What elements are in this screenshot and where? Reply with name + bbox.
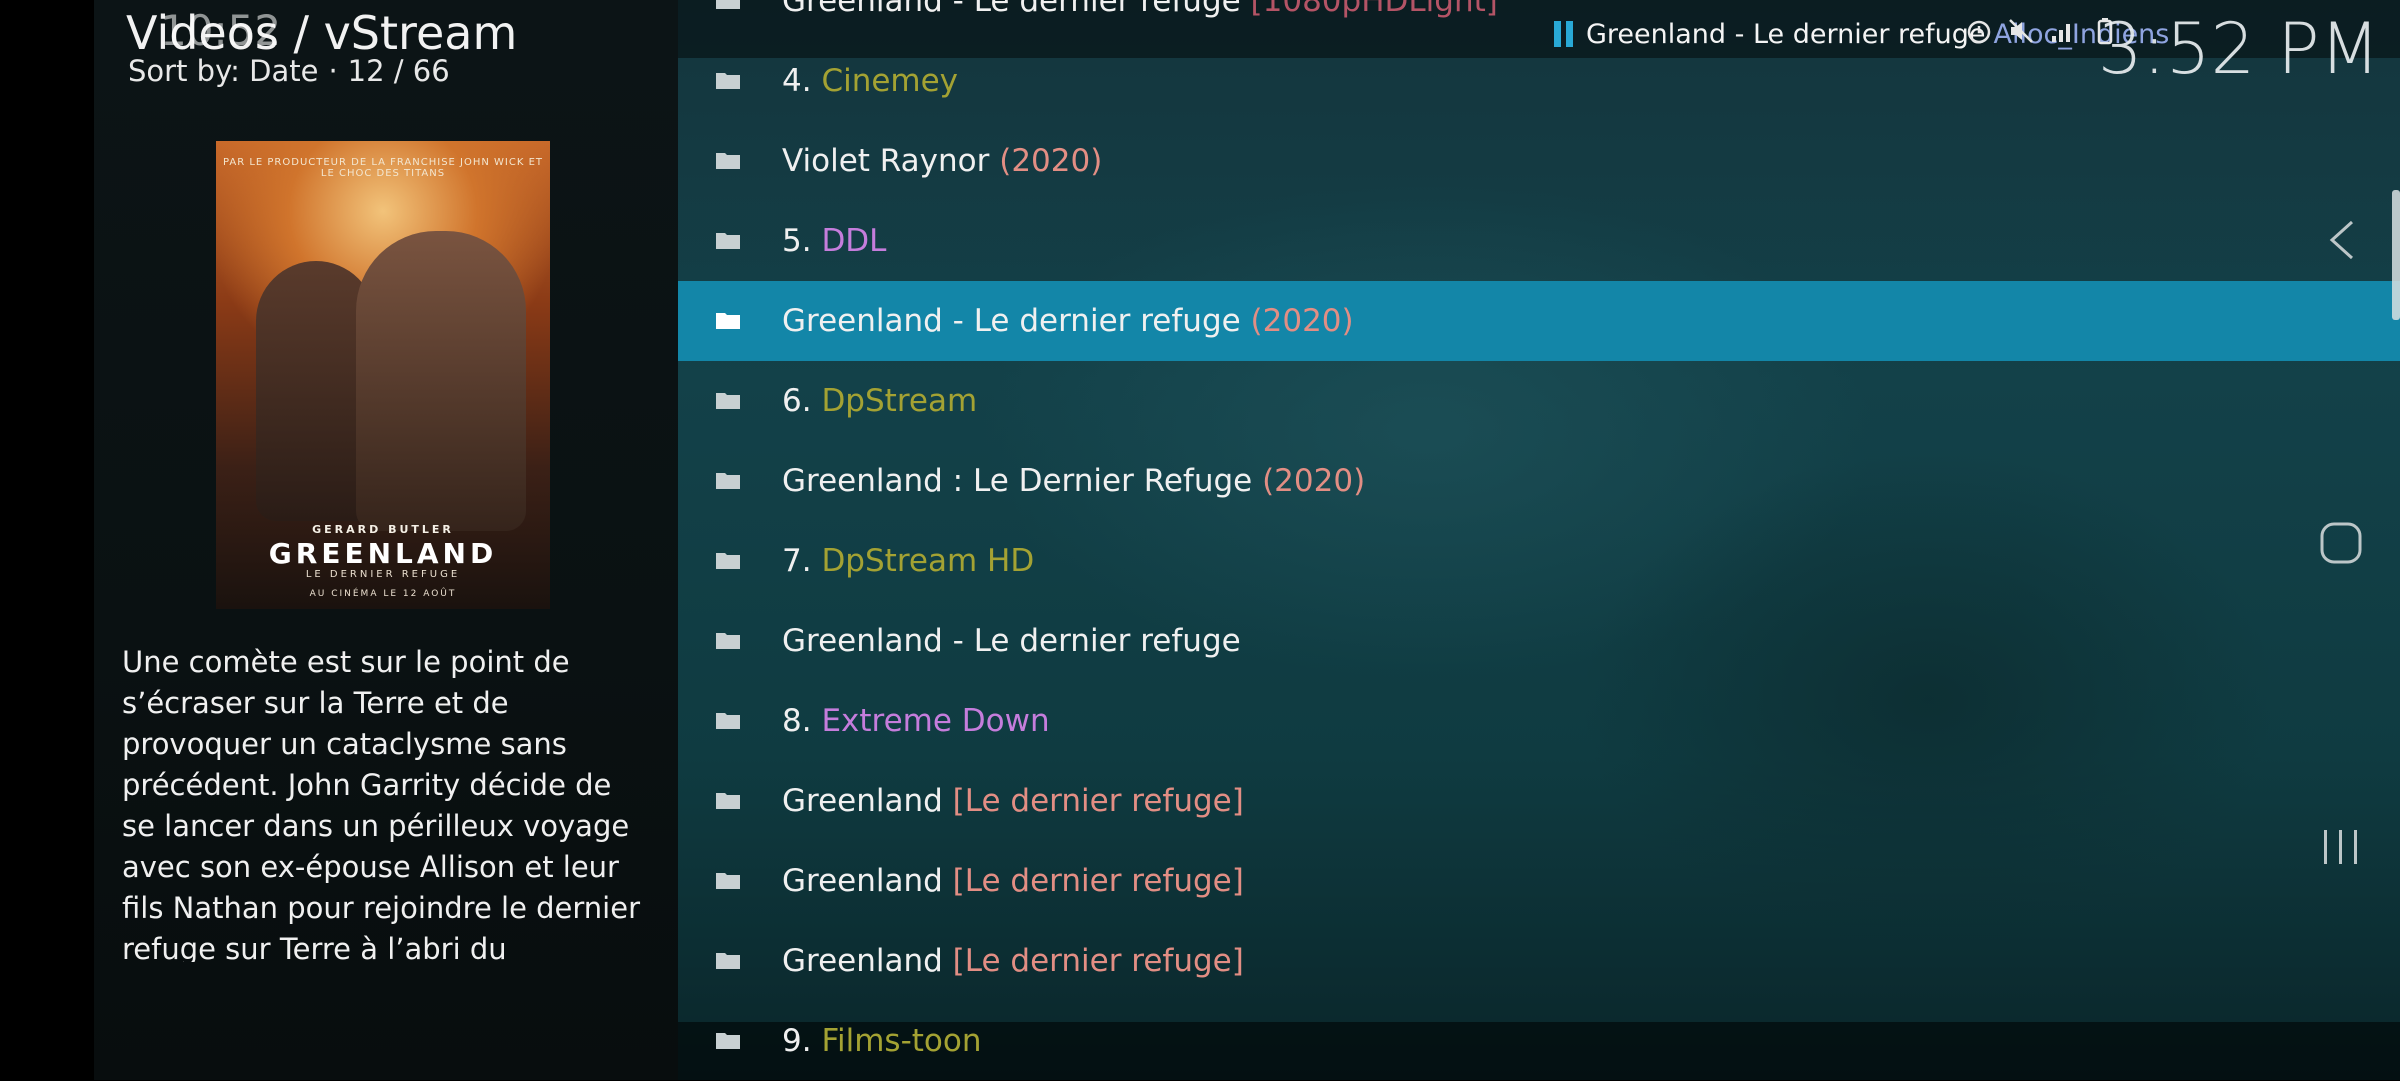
- item-accent: DpStream HD: [821, 543, 1035, 579]
- poster-title: GREENLAND: [268, 537, 498, 570]
- item-accent: Extreme Down: [821, 703, 1050, 739]
- list-item[interactable]: Greenland - Le dernier refuge (2020): [678, 281, 2400, 361]
- poster-figure-man: [356, 231, 526, 531]
- folder-icon: [716, 71, 740, 89]
- item-accent: (2020): [1262, 463, 1366, 499]
- item-name: 5.: [782, 223, 822, 259]
- item-name: 4.: [782, 63, 822, 99]
- item-accent: [Le dernier refuge]: [952, 943, 1244, 979]
- separator: ·: [328, 54, 338, 88]
- sort-label: Sort by: Date: [128, 54, 319, 88]
- item-accent: [1080pHDLight]: [1250, 0, 1498, 19]
- scrollbar[interactable]: [2392, 190, 2400, 320]
- poster-actor: GERARD BUTLER: [312, 523, 454, 536]
- list-item[interactable]: Greenland : Le Dernier Refuge (2020): [678, 441, 2400, 521]
- item-accent: (2020): [999, 143, 1103, 179]
- mute-icon: [2009, 19, 2033, 43]
- folder-icon: [716, 471, 740, 489]
- folder-icon: [716, 871, 740, 889]
- list-item-label: 5. DDL: [782, 201, 886, 281]
- item-name: 6.: [782, 383, 822, 419]
- list-item-label: Greenland [Le dernier refuge]: [782, 841, 1244, 921]
- status-icons: [1964, 16, 2120, 46]
- item-accent: [Le dernier refuge]: [952, 863, 1244, 899]
- pause-icon[interactable]: [1554, 21, 1574, 47]
- list-item[interactable]: Greenland [Le dernier refuge]: [678, 761, 2400, 841]
- item-name: Greenland - Le dernier refuge: [782, 303, 1251, 339]
- list-item[interactable]: 7. DpStream HD: [678, 521, 2400, 601]
- item-accent: Cinemey: [821, 63, 959, 99]
- folder-icon: [716, 711, 740, 729]
- folder-icon: [716, 1031, 740, 1049]
- list-item-label: 6. DpStream: [782, 361, 977, 441]
- item-name: 8.: [782, 703, 822, 739]
- signal-icon: [2052, 24, 2070, 42]
- list-item-label: 7. DpStream HD: [782, 521, 1034, 601]
- status-bar-time: 10:52: [160, 6, 282, 55]
- list-item-label: Greenland [Le dernier refuge]: [782, 761, 1244, 841]
- recents-icon[interactable]: [2318, 826, 2364, 868]
- item-accent: Films-toon: [821, 1023, 982, 1059]
- item-position: 12 / 66: [347, 54, 450, 88]
- movie-poster: PAR LE PRODUCTEUR DE LA FRANCHISE JOHN W…: [216, 141, 550, 609]
- back-icon[interactable]: [2322, 218, 2362, 262]
- folder-icon: [716, 951, 740, 969]
- list-item[interactable]: 8. Extreme Down: [678, 681, 2400, 761]
- folder-icon: [716, 391, 740, 409]
- list-item[interactable]: Violet Raynor (2020): [678, 121, 2400, 201]
- list-item-label: Greenland - Le dernier refuge: [782, 601, 1241, 681]
- list-item-label: 4. Cinemey: [782, 41, 958, 121]
- poster-release: AU CINÉMA LE 12 AOÛT: [309, 589, 457, 599]
- clock: 3:52 PM: [2097, 8, 2380, 90]
- item-name: Greenland : Le Dernier Refuge: [782, 463, 1263, 499]
- item-name: Greenland: [782, 943, 953, 979]
- item-accent: DDL: [821, 223, 887, 259]
- list-item[interactable]: Greenland - Le dernier refuge: [678, 601, 2400, 681]
- list-item-label: Violet Raynor (2020): [782, 121, 1102, 201]
- item-name: Violet Raynor: [782, 143, 1000, 179]
- folder-icon: [716, 631, 740, 649]
- folder-icon: [716, 551, 740, 569]
- poster-tagline: PAR LE PRODUCTEUR DE LA FRANCHISE JOHN W…: [222, 157, 544, 179]
- folder-icon: [716, 311, 740, 329]
- left-edge: [0, 0, 94, 1080]
- folder-icon: [716, 791, 740, 809]
- poster-subtitle: LE DERNIER REFUGE: [305, 569, 461, 580]
- alarm-icon: [1967, 20, 1991, 44]
- sort-info[interactable]: Sort by: Date · 12 / 66: [128, 54, 450, 88]
- list-item-label: Greenland - Le dernier refuge (2020): [782, 281, 1354, 361]
- item-name: Greenland - Le dernier refuge: [782, 623, 1241, 659]
- list-item[interactable]: 5. DDL: [678, 201, 2400, 281]
- home-icon[interactable]: [2318, 520, 2364, 566]
- list-item-label: Greenland [Le dernier refuge]: [782, 921, 1244, 1001]
- item-name: 7.: [782, 543, 822, 579]
- list-item[interactable]: Greenland [Le dernier refuge]: [678, 841, 2400, 921]
- item-name: Greenland: [782, 783, 953, 819]
- list-item-label: 8. Extreme Down: [782, 681, 1050, 761]
- list-item-label: Greenland : Le Dernier Refuge (2020): [782, 441, 1365, 521]
- item-accent: [Le dernier refuge]: [952, 783, 1244, 819]
- folder-icon: [716, 231, 740, 249]
- list-item[interactable]: Greenland [Le dernier refuge]: [678, 921, 2400, 1001]
- item-name: Greenland - Le dernier refuge: [782, 0, 1251, 19]
- folder-icon: [716, 151, 740, 169]
- item-accent: (2020): [1250, 303, 1354, 339]
- now-playing-title: Greenland - Le dernier refuge: [1586, 18, 1986, 50]
- list-item-label: Greenland - Le dernier refuge [1080pHDLi…: [782, 0, 1498, 41]
- info-panel: Videos / vStream Sort by: Date · 12 / 66 P…: [94, 0, 678, 1080]
- folder-icon: [716, 0, 740, 9]
- item-name: 9.: [782, 1023, 822, 1059]
- item-name: Greenland: [782, 863, 953, 899]
- list-item[interactable]: 9. Films-toon: [678, 1001, 2400, 1081]
- plot-summary: Une comète est sur le point de s’écraser…: [122, 645, 641, 962]
- item-accent: DpStream: [821, 383, 978, 419]
- list-item-label: 9. Films-toon: [782, 1001, 982, 1081]
- list-item[interactable]: 6. DpStream: [678, 361, 2400, 441]
